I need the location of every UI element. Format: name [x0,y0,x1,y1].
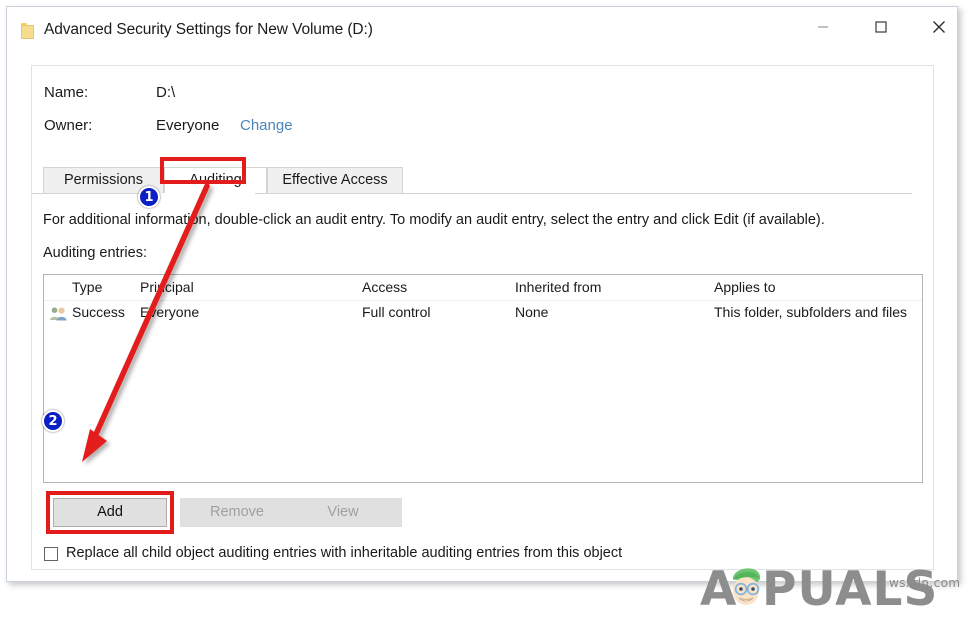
maximize-button[interactable] [858,7,904,47]
owner-row: Owner: Everyone Change [44,117,644,150]
name-value: D:\ [156,84,175,101]
replace-auditing-entries-checkbox[interactable] [44,547,58,561]
owner-label: Owner: [44,117,92,134]
instruction-text: For additional information, double-click… [43,212,825,228]
cell-access: Full control [362,304,430,320]
tab-strip: Permissions Auditing Effective Access [43,167,923,194]
remove-button: Remove [180,498,294,527]
table-row[interactable]: Success Everyone Full control None This … [44,301,922,327]
cell-type: Success [72,304,125,320]
advanced-security-settings-dialog: Advanced Security Settings for New Volum… [6,6,958,582]
object-properties: Name: D:\ Owner: Everyone Change [44,84,644,150]
change-owner-link[interactable]: Change [240,117,293,134]
title-bar: Advanced Security Settings for New Volum… [7,7,957,55]
close-icon [932,20,946,34]
tab-auditing[interactable]: Auditing [164,167,267,194]
replace-auditing-entries-label[interactable]: Replace all child object auditing entrie… [66,545,622,561]
view-button: View [284,498,402,527]
users-group-icon [49,306,68,321]
minimize-button[interactable] [800,7,846,47]
name-label: Name: [44,84,88,101]
close-button[interactable] [916,7,962,47]
tab-effective-access[interactable]: Effective Access [267,167,403,194]
window-title: Advanced Security Settings for New Volum… [44,21,373,39]
auditing-entries-list[interactable]: Type Principal Access Inherited from App… [43,274,923,483]
column-header-access[interactable]: Access [362,279,407,295]
svg-text:A: A [700,562,737,617]
annotation-badge-1: 1 [138,186,160,208]
add-button[interactable]: Add [53,498,167,527]
maximize-icon [875,21,887,33]
cell-inherited-from: None [515,304,548,320]
minimize-icon [817,21,829,33]
name-row: Name: D:\ [44,84,644,117]
column-header-inherited-from[interactable]: Inherited from [515,279,601,295]
dialog-content-panel: Name: D:\ Owner: Everyone Change Permiss… [31,65,934,570]
auditing-entries-label: Auditing entries: [43,245,147,261]
owner-value: Everyone [156,117,219,134]
list-header-row: Type Principal Access Inherited from App… [44,275,922,301]
column-header-applies-to[interactable]: Applies to [714,279,775,295]
site-watermark: wsxdn.com [889,576,960,590]
cell-applies-to: This folder, subfolders and files [714,304,907,320]
column-header-type[interactable]: Type [72,279,102,295]
folder-icon [21,23,34,39]
active-tab-joint [154,193,255,195]
column-header-principal[interactable]: Principal [140,279,194,295]
cell-principal: Everyone [140,304,199,320]
annotation-badge-2: 2 [42,410,64,432]
